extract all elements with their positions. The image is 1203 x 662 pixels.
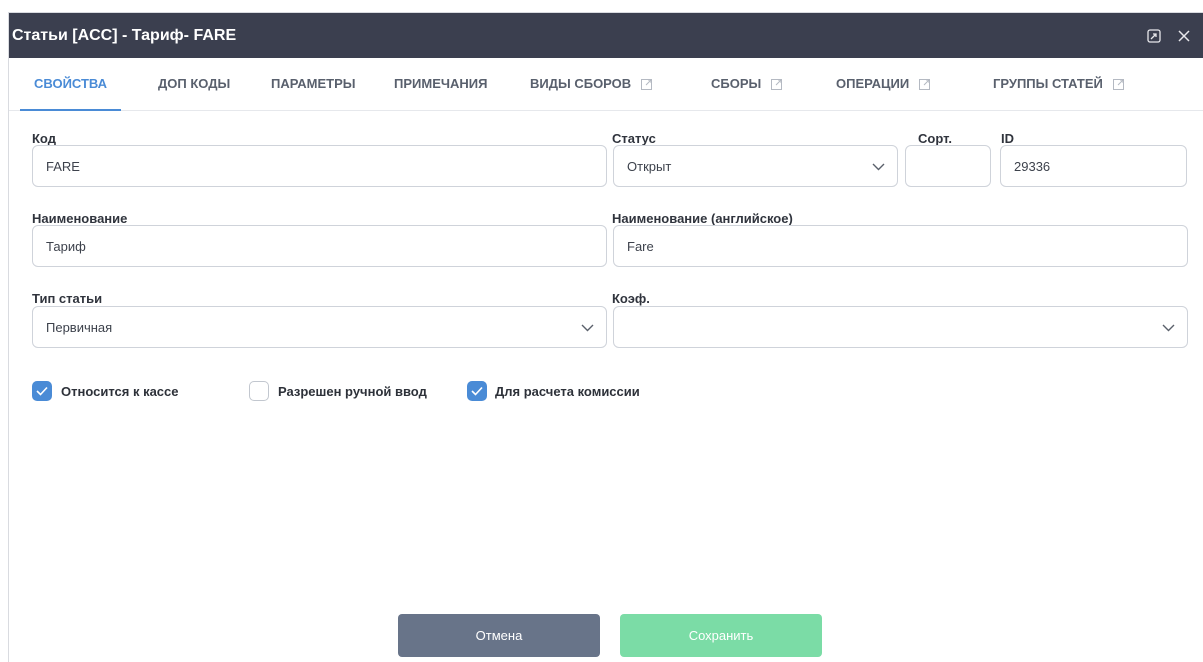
tab-label: ОПЕРАЦИИ [836, 76, 910, 91]
id-label: ID [1001, 131, 1014, 146]
tab-label: ПРИМЕЧАНИЯ [394, 76, 488, 91]
external-link-icon [919, 79, 931, 91]
tab-notes[interactable]: ПРИМЕЧАНИЯ [394, 58, 487, 110]
status-value: Открыт [627, 158, 672, 174]
dialog-title: Статьи [ACC] - Тариф- FARE [12, 26, 237, 44]
chevron-down-icon [581, 321, 594, 337]
name-en-value: Fare [627, 238, 654, 254]
item-type-label: Тип статьи [32, 291, 103, 306]
id-input[interactable]: 29336 [1000, 145, 1187, 187]
sort-label: Сорт. [918, 131, 952, 146]
manual-input-checkbox-label: Разрешен ручной ввод [278, 383, 427, 399]
item-type-value: Первичная [46, 319, 113, 335]
tab-fee-types[interactable]: ВИДЫ СБОРОВ [530, 58, 653, 110]
name-value: Тариф [46, 238, 86, 254]
code-value: FARE [46, 158, 80, 174]
commission-checkbox-group[interactable]: Для расчета комиссии [467, 381, 640, 401]
dialog-window: Статьи [ACC] - Тариф- FARE СВОЙСТВА ДОП … [9, 13, 1203, 662]
name-en-input[interactable]: Fare [613, 225, 1188, 267]
checkmark-icon [36, 386, 48, 396]
dialog-titlebar: Статьи [ACC] - Тариф- FARE [9, 13, 1203, 58]
code-label: Код [32, 131, 56, 146]
name-label: Наименование [32, 211, 128, 226]
status-label: Статус [612, 131, 656, 146]
tab-label: ДОП КОДЫ [158, 76, 231, 91]
coef-label: Коэф. [612, 291, 650, 306]
coef-select[interactable] [613, 306, 1188, 348]
tab-label: ПАРАМЕТРЫ [271, 76, 356, 91]
chevron-down-icon [1162, 321, 1175, 337]
status-select[interactable]: Открыт [613, 145, 898, 187]
commission-checkbox-label: Для расчета комиссии [495, 383, 640, 399]
item-type-select[interactable]: Первичная [32, 306, 607, 348]
save-button[interactable]: Сохранить [620, 614, 822, 657]
manual-input-checkbox-group[interactable]: Разрешен ручной ввод [249, 381, 427, 401]
checkmark-icon [471, 386, 483, 396]
tab-properties[interactable]: СВОЙСТВА [19, 58, 122, 111]
tab-bar: СВОЙСТВА ДОП КОДЫ ПАРАМЕТРЫ ПРИМЕЧАНИЯ В… [9, 58, 1203, 111]
tab-label: СБОРЫ [711, 76, 762, 91]
close-icon[interactable] [1173, 25, 1195, 47]
code-input[interactable]: FARE [32, 145, 607, 187]
name-en-label: Наименование (английское) [612, 211, 793, 226]
cash-checkbox-label: Относится к кассе [61, 383, 179, 399]
cash-checkbox-group[interactable]: Относится к кассе [32, 381, 179, 401]
name-input[interactable]: Тариф [32, 225, 607, 267]
commission-checkbox[interactable] [467, 381, 487, 401]
restore-window-icon[interactable] [1143, 25, 1165, 47]
tab-fees[interactable]: СБОРЫ [711, 58, 783, 110]
tab-label: ВИДЫ СБОРОВ [530, 76, 632, 91]
external-link-icon [1112, 79, 1124, 91]
id-value: 29336 [1014, 158, 1051, 174]
tab-label: СВОЙСТВА [34, 76, 108, 91]
tab-label: ГРУППЫ СТАТЕЙ [993, 76, 1103, 91]
tab-parameters[interactable]: ПАРАМЕТРЫ [271, 58, 356, 110]
external-link-icon [641, 79, 653, 91]
tab-operations[interactable]: ОПЕРАЦИИ [836, 58, 931, 110]
manual-input-checkbox[interactable] [249, 381, 269, 401]
tab-extra-codes[interactable]: ДОП КОДЫ [158, 58, 230, 110]
tab-item-groups[interactable]: ГРУППЫ СТАТЕЙ [993, 58, 1124, 110]
cancel-button[interactable]: Отмена [398, 614, 600, 657]
cash-checkbox[interactable] [32, 381, 52, 401]
external-link-icon [771, 79, 783, 91]
chevron-down-icon [872, 160, 885, 176]
sort-input[interactable] [905, 145, 991, 187]
